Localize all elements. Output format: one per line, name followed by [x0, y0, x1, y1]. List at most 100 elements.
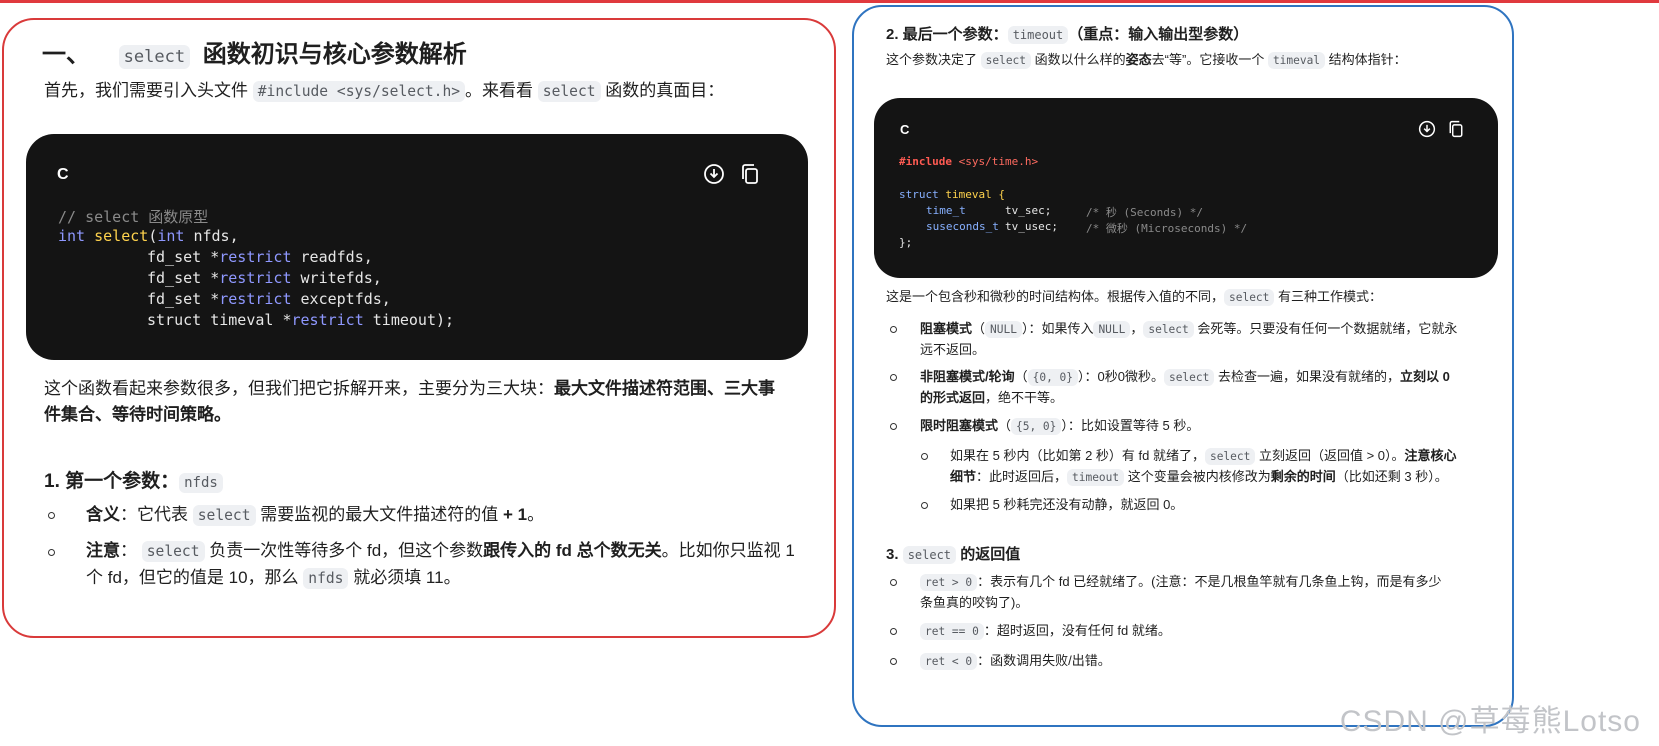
code-comment: // select 函数原型 [58, 208, 209, 226]
copy-icon[interactable] [1447, 120, 1465, 142]
timeout-code: timeout [1007, 26, 1069, 44]
title-prefix: 一、 [42, 41, 90, 68]
header-name: <sys/time.h> [951, 155, 1039, 168]
kw: restrict [219, 248, 292, 266]
left-panel: 一、 select 函数初识与核心参数解析 首先，我们需要引入头文件 #incl… [2, 18, 836, 638]
item-text: 就必须填 11。 [353, 568, 461, 587]
text: （ [998, 418, 1012, 433]
text: ：表示有几个 fd 已经就绪了。(注意：不是几根鱼竿就有几条鱼上钩，而是有多少 [977, 574, 1442, 589]
code-line-5: struct timeval *restrict timeout); [147, 311, 454, 329]
text: ：函数调用失败/出错。 [977, 653, 1111, 668]
list-item-meaning: 含义：它代表 select 需要监视的最大文件描述符的值 + 1。 [86, 502, 544, 529]
summary-bold-2: 件集合、等待时间策略。 [44, 405, 231, 424]
select-code: select [902, 546, 957, 564]
copy-icon[interactable] [739, 163, 761, 189]
timeval-code: timeval [1267, 52, 1326, 69]
field-name: tv_sec; [1005, 204, 1052, 217]
summary-text: 这个函数看起来参数很多，但我们把它拆解开来，主要分为三大块： [44, 379, 554, 398]
ret-code: ret > 0 [920, 574, 978, 591]
desc-text: 函数以什么样的 [1034, 52, 1126, 67]
code-line-3: fd_set *restrict writefds, [147, 269, 382, 287]
download-icon[interactable] [703, 163, 725, 189]
summary-paragraph: 这个函数看起来参数很多，但我们把它拆解开来，主要分为三大块：最大文件描述符范围、… [44, 376, 804, 428]
struct-name: timeval { [938, 188, 1005, 201]
select-code: select [1143, 321, 1194, 338]
text-bold: 注意核心 [1404, 448, 1457, 463]
code-comment: /* 微秒 (Microseconds) */ [1086, 222, 1248, 235]
select-code: select [141, 541, 205, 562]
summary-bold-1: 最大文件描述符范围、三大事 [554, 379, 775, 398]
text: 如果在 5 秒内（比如第 2 秒）有 fd 就绪了， [950, 448, 1205, 463]
intro-text-b: 。来看看 [465, 81, 534, 100]
intro-text-c: 函数的真面目： [605, 81, 725, 100]
code-language-label: C [900, 122, 910, 137]
return-heading: 3. select 的返回值 [886, 543, 1020, 564]
fn-name: select [94, 227, 149, 245]
download-icon[interactable] [1418, 120, 1436, 142]
text: ：超时返回，没有任何 fd 就绪。 [983, 623, 1171, 638]
ret-code: ret == 0 [920, 623, 984, 640]
code-line-include: #include <sys/time.h> [899, 155, 1038, 168]
watermark: CSDN @草莓熊Lotso [1339, 705, 1641, 738]
text: （ [1014, 369, 1028, 384]
section-title: 一、 select 函数初识与核心参数解析 [42, 34, 467, 69]
item-text: ： [120, 541, 137, 560]
text: ：此时返回后， [976, 469, 1068, 484]
return-positive: ret > 0 ：表示有几个 fd 已经就绪了。(注意：不是几根鱼竿就有几条鱼上钩… [920, 572, 1490, 613]
desc-text: 这个参数决定了 [886, 52, 978, 67]
code-text: exceptfds, [291, 290, 391, 308]
select-code: select [192, 505, 256, 526]
bullet-icon [890, 423, 897, 430]
text: 去检查一遍，如果没有就绪的， [1217, 369, 1400, 384]
title-code: select [118, 45, 191, 69]
select-code: select [1204, 448, 1256, 465]
select-code: select [1224, 289, 1275, 306]
sub-item-timeout: 如果把 5 秒耗完还没有动静，就返回 0。 [950, 497, 1184, 512]
kw: int [58, 227, 86, 245]
nfds-code: nfds [179, 473, 223, 493]
mode-blocking: 阻塞模式（ NULL ）：如果传入 NULL， select 会死等。只要没有任何一个数… [920, 319, 1480, 360]
type-name: suseconds_t [926, 220, 999, 233]
desc-text: 结构体指针： [1328, 52, 1407, 67]
mode-timed: 限时阻塞模式（ {5, 0} ）：比如设置等待 5 秒。 [920, 416, 1199, 437]
list-item-note: 注意： select 负责一次性等待多个 fd，但这个参数跟传入的 fd 总个数… [86, 538, 796, 592]
mode-name: 非阻塞模式/轮询 [920, 369, 1015, 384]
text-bold: 的形式返回 [920, 390, 986, 405]
zero-code: {0, 0} [1027, 369, 1078, 386]
code-block-timeval: C #include <sys/time.h> struct timeval {… [874, 98, 1498, 278]
heading-suffix: （重点：输入输出型参数） [1068, 26, 1249, 43]
item-label: 注意 [86, 541, 120, 560]
timeout-code: timeout [1067, 469, 1125, 486]
heading-text: 3. [886, 546, 899, 563]
text: ）：0秒0微秒。 [1078, 369, 1164, 384]
text-bold: 剩余的时间 [1270, 469, 1336, 484]
item-text: 个 fd，但它的值是 10，那么 [86, 568, 299, 587]
code-block-select: C // select 函数原型 int select(int nfds, fd… [26, 134, 808, 360]
code-text: fd_set * [147, 290, 220, 308]
text: ，绝不干等。 [985, 390, 1064, 405]
code-text: nfds, [184, 227, 239, 245]
code-line-2: fd_set *restrict readfds, [147, 248, 373, 266]
param2-desc: 这个参数决定了 select 函数以什么样的姿态去“等”。它接收一个 timev… [886, 50, 1407, 71]
title-text: 函数初识与核心参数解析 [202, 41, 467, 68]
code-comment: /* 秒 (Seconds) */ [1086, 206, 1203, 219]
text: 会死等。只要没有任何一个数据就绪，它就永 [1197, 321, 1458, 336]
sub-item-ready: 如果在 5 秒内（比如第 2 秒）有 fd 就绪了， select 立刻返回（返回… [950, 446, 1490, 488]
bullet-icon [921, 502, 928, 509]
nfds-code: nfds [303, 568, 349, 589]
bullet-icon [890, 326, 897, 333]
text: 这个变量会被内核修改为 [1127, 469, 1271, 484]
text-bold: 立刻以 0 [1399, 369, 1450, 384]
type-name: time_t [926, 204, 966, 217]
code-line-tv-usec: suseconds_t [926, 220, 999, 233]
return-zero: ret == 0 ：超时返回，没有任何 fd 就绪。 [920, 621, 1171, 642]
mode-name: 阻塞模式 [920, 321, 973, 336]
item-bold: 跟传入的 fd 总个数无关 [483, 541, 662, 560]
code-text: struct timeval * [147, 311, 292, 329]
text: ， [1130, 321, 1144, 336]
text: （比如还剩 3 秒）。 [1335, 469, 1448, 484]
text: ）：比如设置等待 5 秒。 [1061, 418, 1200, 433]
text: 有三种工作模式： [1278, 289, 1383, 304]
kw: restrict [291, 311, 364, 329]
item-bold: + 1 [498, 505, 528, 524]
